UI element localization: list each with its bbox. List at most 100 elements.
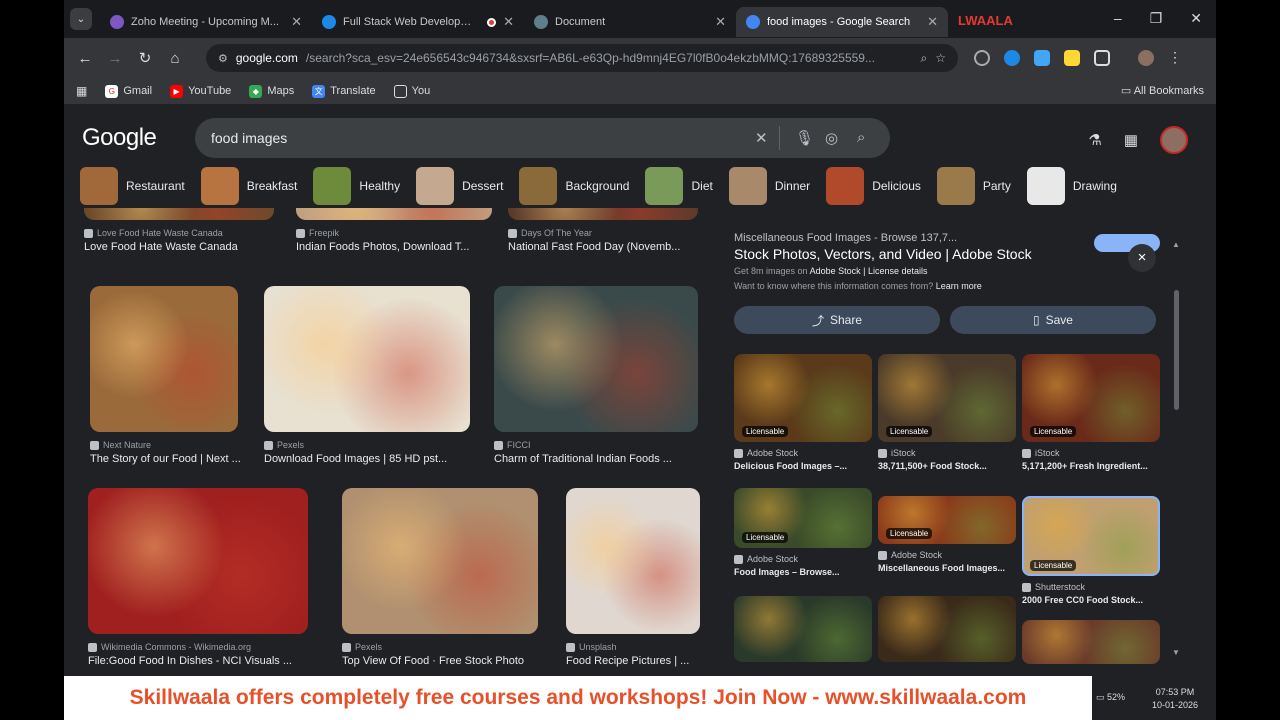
result-title[interactable]: National Fast Food Day (Novemb...	[508, 241, 712, 253]
result-image[interactable]	[264, 286, 470, 432]
related-card[interactable]	[878, 596, 1016, 674]
reload-icon[interactable]: ↻	[130, 49, 160, 67]
related-card[interactable]	[734, 596, 872, 674]
chip-4[interactable]: Background	[519, 167, 639, 205]
tab-2[interactable]: Document ✕	[524, 7, 736, 37]
panel-scrollbar[interactable]: ▲ ▼	[1172, 240, 1180, 660]
related-image[interactable]	[734, 596, 872, 662]
related-title[interactable]: 5,171,200+ Fresh Ingredient...	[1022, 461, 1160, 471]
extension-drop-icon[interactable]	[1004, 49, 1020, 66]
result-card[interactable]: Love Food Hate Waste Canada Love Food Hat…	[84, 208, 294, 266]
bookmark-folder-you[interactable]: You	[393, 84, 430, 98]
result-image[interactable]	[88, 488, 308, 634]
related-card[interactable]	[1022, 620, 1160, 674]
chip-3[interactable]: Dessert	[416, 167, 513, 205]
home-icon[interactable]: ⌂	[160, 50, 190, 67]
related-card[interactable]: Licensable Adobe Stock Delicious Food Imag…	[734, 354, 872, 482]
scroll-up-icon[interactable]: ▲	[1172, 240, 1180, 249]
tab-0[interactable]: Zoho Meeting - Upcoming M... ✕	[100, 7, 312, 37]
google-logo[interactable]: Google	[82, 124, 157, 152]
result-title[interactable]: The Story of our Food | Next ...	[90, 453, 252, 465]
related-title[interactable]: Miscellaneous Food Images...	[878, 563, 1016, 573]
related-title[interactable]: 2000 Free CC0 Food Stock...	[1022, 595, 1160, 605]
related-card[interactable]: Licensable iStock 38,711,500+ Food Stock..…	[878, 354, 1016, 482]
result-image[interactable]	[566, 488, 700, 634]
chip-6[interactable]: Dinner	[728, 167, 820, 205]
extension-screen-icon[interactable]	[1034, 49, 1050, 66]
search-input[interactable]: food images ✕ 🎙 ◎ ⌕	[195, 118, 890, 158]
tab-close-icon[interactable]: ✕	[927, 14, 938, 30]
tab-close-icon[interactable]: ✕	[715, 14, 726, 30]
extension-note-icon[interactable]	[1064, 49, 1080, 66]
bookmark-maps[interactable]: ◆ Maps	[249, 84, 294, 98]
chip-2[interactable]: Healthy	[313, 167, 410, 205]
address-bar[interactable]: ⚙ google.com /search?sca_esv=24e656543c9…	[206, 44, 958, 72]
chip-0[interactable]: Restaurant	[80, 167, 195, 205]
voice-search-icon[interactable]: 🎙	[795, 129, 814, 147]
extension-circle-icon[interactable]	[974, 49, 990, 66]
tab-3[interactable]: food images - Google Search ✕	[736, 7, 948, 37]
result-title[interactable]: Download Food Images | 85 HD pst...	[264, 453, 484, 465]
result-title[interactable]: Indian Foods Photos, Download T...	[296, 241, 506, 253]
search-icon[interactable]: ⌕	[857, 129, 865, 146]
result-image[interactable]	[90, 286, 238, 432]
license-details-link[interactable]: | License details	[863, 266, 927, 276]
related-card[interactable]: Licensable Shutterstock 2000 Free CC0 Food…	[1022, 496, 1160, 616]
chip-9[interactable]: Drawing	[1026, 167, 1127, 205]
minimize-icon[interactable]: –	[1114, 10, 1122, 27]
related-card[interactable]: Licensable iStock 5,171,200+ Fresh Ingredi…	[1022, 354, 1160, 482]
bookmark-translate[interactable]: 文 Translate	[312, 84, 376, 98]
chip-7[interactable]: Delicious	[826, 167, 931, 205]
battery-status[interactable]: ▭ 52%	[1096, 692, 1125, 703]
bookmark-star-icon[interactable]: ☆	[935, 51, 946, 65]
profile-avatar-icon[interactable]	[1138, 49, 1154, 66]
share-button[interactable]: ⤴ Share	[734, 306, 940, 334]
apps-grid-icon[interactable]: ▦	[76, 84, 87, 98]
result-card[interactable]: Next Nature The Story of our Food | Next …	[90, 286, 258, 478]
browser-menu-icon[interactable]: ⋮	[1168, 49, 1182, 66]
clock[interactable]: 07:53 PM 10-01-2026	[1152, 686, 1198, 712]
result-title[interactable]: File:Good Food In Dishes - NCI Visuals .…	[88, 655, 322, 667]
chip-5[interactable]: Diet	[645, 167, 722, 205]
result-title[interactable]: Top View Of Food · Free Stock Photo	[342, 655, 552, 667]
site-info-icon[interactable]: ⚙	[218, 52, 228, 65]
tab-close-icon[interactable]: ✕	[291, 14, 302, 30]
related-image[interactable]	[1022, 620, 1160, 664]
tab-search-chevron-icon[interactable]: ⌄	[70, 8, 92, 30]
learn-more-link[interactable]: Learn more	[936, 281, 982, 291]
scroll-thumb[interactable]	[1174, 290, 1179, 410]
close-panel-button[interactable]: ×	[1128, 244, 1156, 272]
maximize-icon[interactable]: ❐	[1150, 10, 1163, 27]
account-avatar[interactable]	[1160, 126, 1188, 154]
result-card[interactable]: Pexels Top View Of Food · Free Stock Phot…	[342, 488, 558, 678]
extensions-puzzle-icon[interactable]	[1094, 49, 1110, 66]
bookmark-gmail[interactable]: G Gmail	[105, 84, 152, 98]
related-title[interactable]: Delicious Food Images –...	[734, 461, 872, 471]
chip-1[interactable]: Breakfast	[200, 167, 308, 205]
related-image[interactable]	[878, 596, 1016, 662]
result-image[interactable]	[342, 488, 538, 634]
result-card[interactable]: Wikimedia Commons - Wikimedia.org File:Go…	[88, 488, 328, 678]
tab-close-icon[interactable]: ✕	[503, 14, 514, 30]
all-bookmarks[interactable]: ▭ All Bookmarks	[1121, 84, 1204, 97]
result-card[interactable]: FICCI Charm of Traditional Indian Foods .…	[494, 286, 716, 478]
adobe-stock-link[interactable]: Adobe Stock	[810, 266, 861, 276]
back-arrow-icon[interactable]: ←	[70, 50, 100, 67]
result-card[interactable]: Freepik Indian Foods Photos, Download T..…	[296, 208, 512, 266]
close-window-icon[interactable]: ✕	[1190, 10, 1202, 27]
clear-search-icon[interactable]: ✕	[755, 129, 768, 147]
result-image[interactable]	[296, 208, 492, 220]
scroll-down-icon[interactable]: ▼	[1172, 648, 1180, 657]
related-title[interactable]: 38,711,500+ Food Stock...	[878, 461, 1016, 471]
result-title[interactable]: Love Food Hate Waste Canada	[84, 241, 288, 253]
result-card[interactable]: Pexels Download Food Images | 85 HD pst..…	[264, 286, 490, 478]
save-button[interactable]: ▯ Save	[950, 306, 1156, 334]
result-image[interactable]	[508, 208, 698, 220]
result-card[interactable]: Unsplash Food Recipe Pictures | ...	[566, 488, 716, 678]
bookmark-youtube[interactable]: ▶ YouTube	[170, 84, 231, 98]
result-image[interactable]	[494, 286, 698, 432]
related-card[interactable]: Licensable Adobe Stock Miscellaneous Food …	[878, 496, 1016, 584]
panel-title[interactable]: Stock Photos, Vectors, and Video | Adobe…	[734, 246, 1032, 262]
result-title[interactable]: Charm of Traditional Indian Foods ...	[494, 453, 712, 465]
tab-1[interactable]: Full Stack Web Developmen ✕	[312, 7, 524, 37]
